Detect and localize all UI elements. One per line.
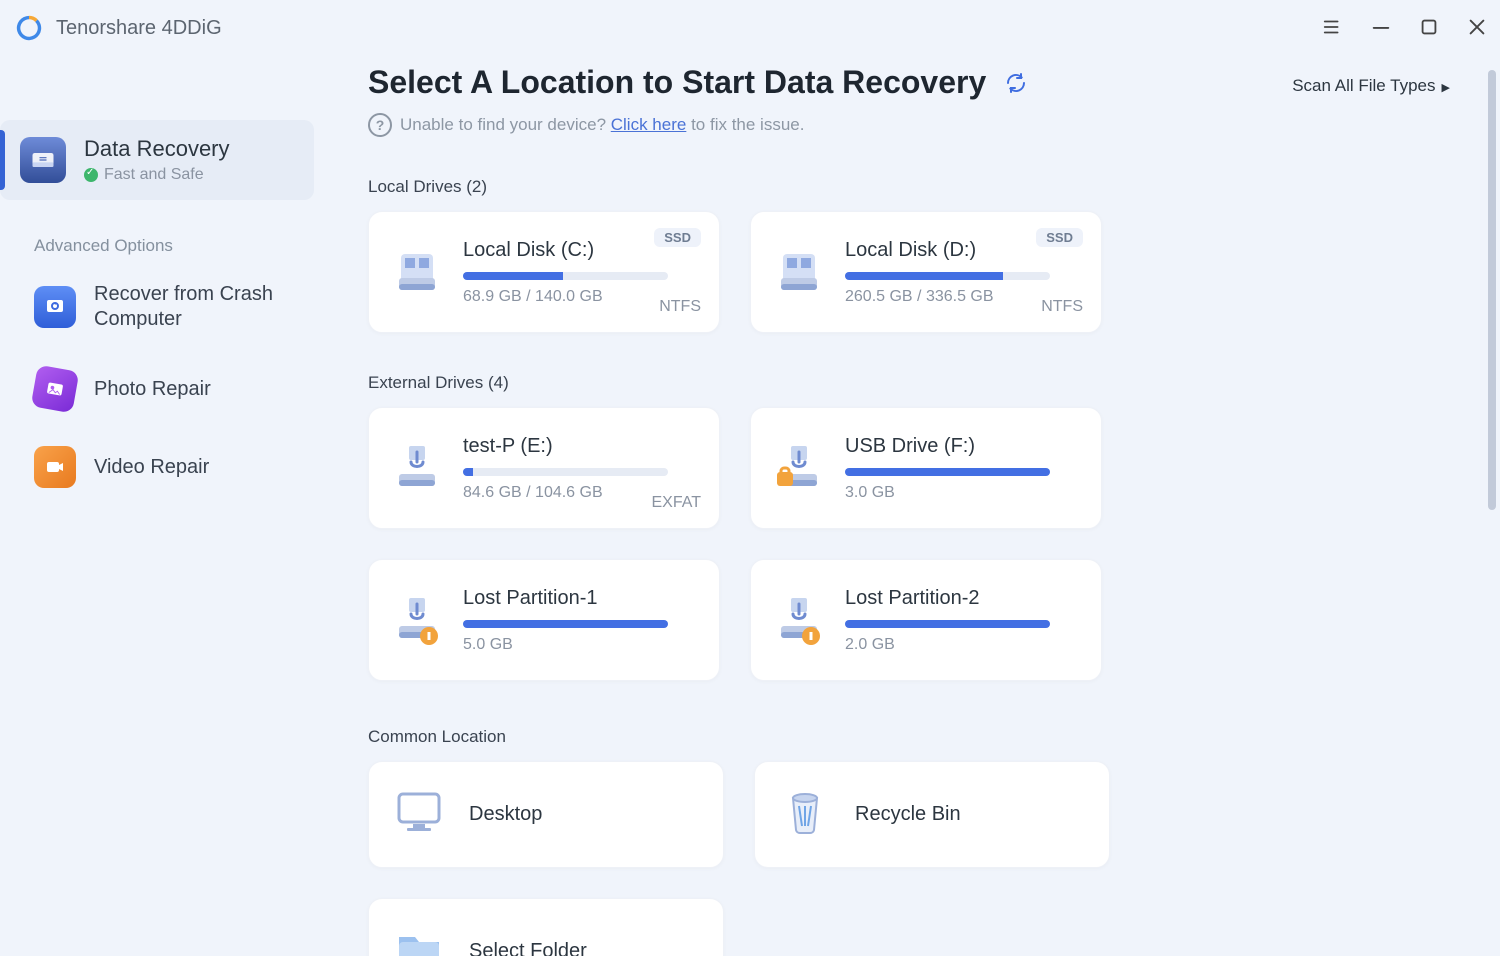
- drive-filesystem: NTFS: [659, 298, 701, 316]
- scan-all-file-types-link[interactable]: Scan All File Types: [1292, 76, 1450, 96]
- sidebar-item-subtitle: Fast and Safe: [84, 166, 230, 184]
- usage-bar: [463, 620, 668, 628]
- sidebar-item-label: Video Repair: [94, 455, 209, 480]
- sidebar-item-label: Data Recovery: [84, 136, 230, 162]
- drive-badge: SSD: [654, 228, 701, 247]
- drive-name: test-P (E:): [463, 435, 699, 458]
- drive-name: Lost Partition-2: [845, 587, 1081, 610]
- sidebar-item-label: Recover from Crash Computer: [94, 282, 294, 332]
- usage-bar: [845, 620, 1050, 628]
- drive-badge: SSD: [1036, 228, 1083, 247]
- drive-icon: [771, 244, 827, 300]
- drive-icon: [389, 440, 445, 496]
- location-card[interactable]: Desktop: [368, 761, 724, 868]
- data-recovery-icon: [20, 137, 66, 183]
- drive-name: Lost Partition-1: [463, 587, 699, 610]
- sidebar-item-data-recovery[interactable]: Data Recovery Fast and Safe: [0, 120, 314, 200]
- help-icon: ?: [368, 113, 392, 137]
- sidebar-item-label: Photo Repair: [94, 377, 211, 402]
- drive-card[interactable]: Local Disk (D:)260.5 GB / 336.5 GBSSDNTF…: [750, 211, 1102, 333]
- bin-icon: [777, 784, 833, 845]
- location-name: Recycle Bin: [855, 803, 961, 826]
- app-logo-icon: [14, 13, 44, 43]
- video-repair-icon: [34, 446, 76, 488]
- usage-bar: [845, 468, 1050, 476]
- scrollbar[interactable]: [1488, 70, 1496, 850]
- local-drives-grid: Local Disk (C:)68.9 GB / 140.0 GBSSDNTFS…: [368, 211, 1460, 333]
- sidebar-item-crash-recover[interactable]: Recover from Crash Computer: [0, 264, 340, 350]
- advanced-options-label: Advanced Options: [34, 236, 340, 256]
- drive-card[interactable]: Lost Partition-2 2.0 GB: [750, 559, 1102, 681]
- drive-name: USB Drive (F:): [845, 435, 1081, 458]
- sidebar-item-photo-repair[interactable]: Photo Repair: [0, 350, 340, 428]
- drive-card[interactable]: USB Drive (F:) 3.0 GB: [750, 407, 1102, 529]
- usage-bar: [845, 272, 1050, 280]
- section-title-local: Local Drives (2): [368, 177, 1460, 197]
- drive-filesystem: EXFAT: [652, 494, 702, 512]
- monitor-icon: [391, 784, 447, 845]
- help-link[interactable]: Click here: [611, 115, 687, 134]
- photo-repair-icon: [31, 365, 80, 414]
- drive-card[interactable]: Local Disk (C:)68.9 GB / 140.0 GBSSDNTFS: [368, 211, 720, 333]
- main-content: Select A Location to Start Data Recovery…: [340, 0, 1500, 956]
- drive-capacity: 3.0 GB: [845, 484, 1081, 502]
- sidebar-item-video-repair[interactable]: Video Repair: [0, 428, 340, 506]
- sidebar: Data Recovery Fast and Safe Advanced Opt…: [0, 0, 340, 956]
- common-locations-grid: Desktop Recycle Bin Select Folder: [368, 761, 1460, 956]
- help-text: ? Unable to find your device? Click here…: [368, 113, 1460, 137]
- usage-bar: [463, 468, 668, 476]
- section-title-common: Common Location: [368, 727, 1460, 747]
- section-title-external: External Drives (4): [368, 373, 1460, 393]
- drive-card[interactable]: Lost Partition-1 5.0 GB: [368, 559, 720, 681]
- chevron-right-icon: [1442, 76, 1450, 96]
- crash-recover-icon: [34, 286, 76, 328]
- drive-capacity: 5.0 GB: [463, 636, 699, 654]
- external-drives-grid: test-P (E:)84.6 GB / 104.6 GBEXFATUSB Dr…: [368, 407, 1460, 681]
- app-name: Tenorshare 4DDiG: [56, 17, 222, 40]
- drive-card[interactable]: test-P (E:)84.6 GB / 104.6 GBEXFAT: [368, 407, 720, 529]
- drive-icon: [389, 592, 445, 648]
- drive-filesystem: NTFS: [1041, 298, 1083, 316]
- location-name: Select Folder: [469, 940, 587, 956]
- location-name: Desktop: [469, 803, 542, 826]
- shield-check-icon: [84, 168, 98, 182]
- drive-capacity: 2.0 GB: [845, 636, 1081, 654]
- folder-icon: [391, 921, 447, 956]
- refresh-button[interactable]: [1002, 69, 1030, 97]
- brand: Tenorshare 4DDiG: [14, 13, 222, 43]
- location-card[interactable]: Select Folder: [368, 898, 724, 956]
- drive-icon: [771, 592, 827, 648]
- drive-icon: [389, 244, 445, 300]
- location-card[interactable]: Recycle Bin: [754, 761, 1110, 868]
- drive-icon: [771, 440, 827, 496]
- usage-bar: [463, 272, 668, 280]
